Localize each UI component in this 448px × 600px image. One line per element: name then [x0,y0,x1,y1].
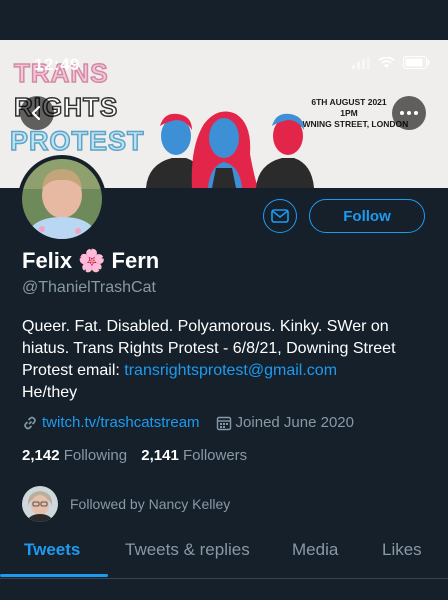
following-count: 2,142 [22,447,60,464]
website-link[interactable]: twitch.tv/trashcatstream [42,414,200,431]
status-bar-time: 12:49 [34,55,80,74]
wifi-icon [378,56,395,68]
display-name: Felix 🌸 Fern [22,248,159,274]
following-label: Following [63,447,128,464]
message-button[interactable] [263,199,297,233]
banner-illustration [146,111,314,188]
active-tab-indicator [0,574,108,577]
link-icon [24,416,36,429]
bio-email-link[interactable]: transrightsprotest@gmail.com [124,362,337,379]
display-name-last: Fern [111,248,160,273]
profile-tabs: Tweets Tweets & replies Media Likes [0,540,448,578]
followed-by-text: Followed by Nancy Kelley [70,496,231,512]
followers-stat[interactable]: 2,141 Followers [141,447,247,464]
follow-counts: 2,142 Following 2,141 Followers [22,447,247,464]
profile-handle: @ThanielTrashCat [22,279,156,296]
joined-date: Joined June 2020 [235,414,354,431]
profile-meta: twitch.tv/trashcatstream Joined June 202… [22,414,354,431]
follow-button[interactable]: Follow [309,199,425,233]
banner-line-protest: PROTEST [9,125,145,157]
tab-media[interactable]: Media [292,540,338,560]
calendar-icon [216,416,231,430]
more-options-button[interactable] [392,96,426,130]
more-dots-icon [400,111,418,115]
tab-likes[interactable]: Likes [382,540,422,560]
following-stat[interactable]: 2,142 Following [22,447,127,464]
followers-label: Followers [182,447,248,464]
bio-pronouns: He/they [22,384,78,401]
profile-bio: Queer. Fat. Disabled. Polyamorous. Kinky… [22,316,437,404]
signal-icon [352,56,370,69]
display-name-first: Felix [22,248,73,273]
tab-tweets-replies[interactable]: Tweets & replies [125,540,250,560]
follower-avatar-image [22,486,58,522]
profile-avatar[interactable] [18,155,106,243]
back-button[interactable] [20,96,54,130]
display-name-emoji: 🌸 [78,248,106,273]
back-arrow-icon [31,105,41,121]
follower-avatar [22,486,58,522]
avatar-image [22,159,102,239]
battery-icon [403,56,430,69]
envelope-icon [271,209,289,223]
status-bar-icons [352,56,430,69]
tab-tweets[interactable]: Tweets [24,540,80,560]
followed-by-row[interactable]: Followed by Nancy Kelley [22,486,230,522]
followers-count: 2,141 [141,447,179,464]
top-safe-area [0,0,448,40]
tabs-divider [0,578,448,579]
